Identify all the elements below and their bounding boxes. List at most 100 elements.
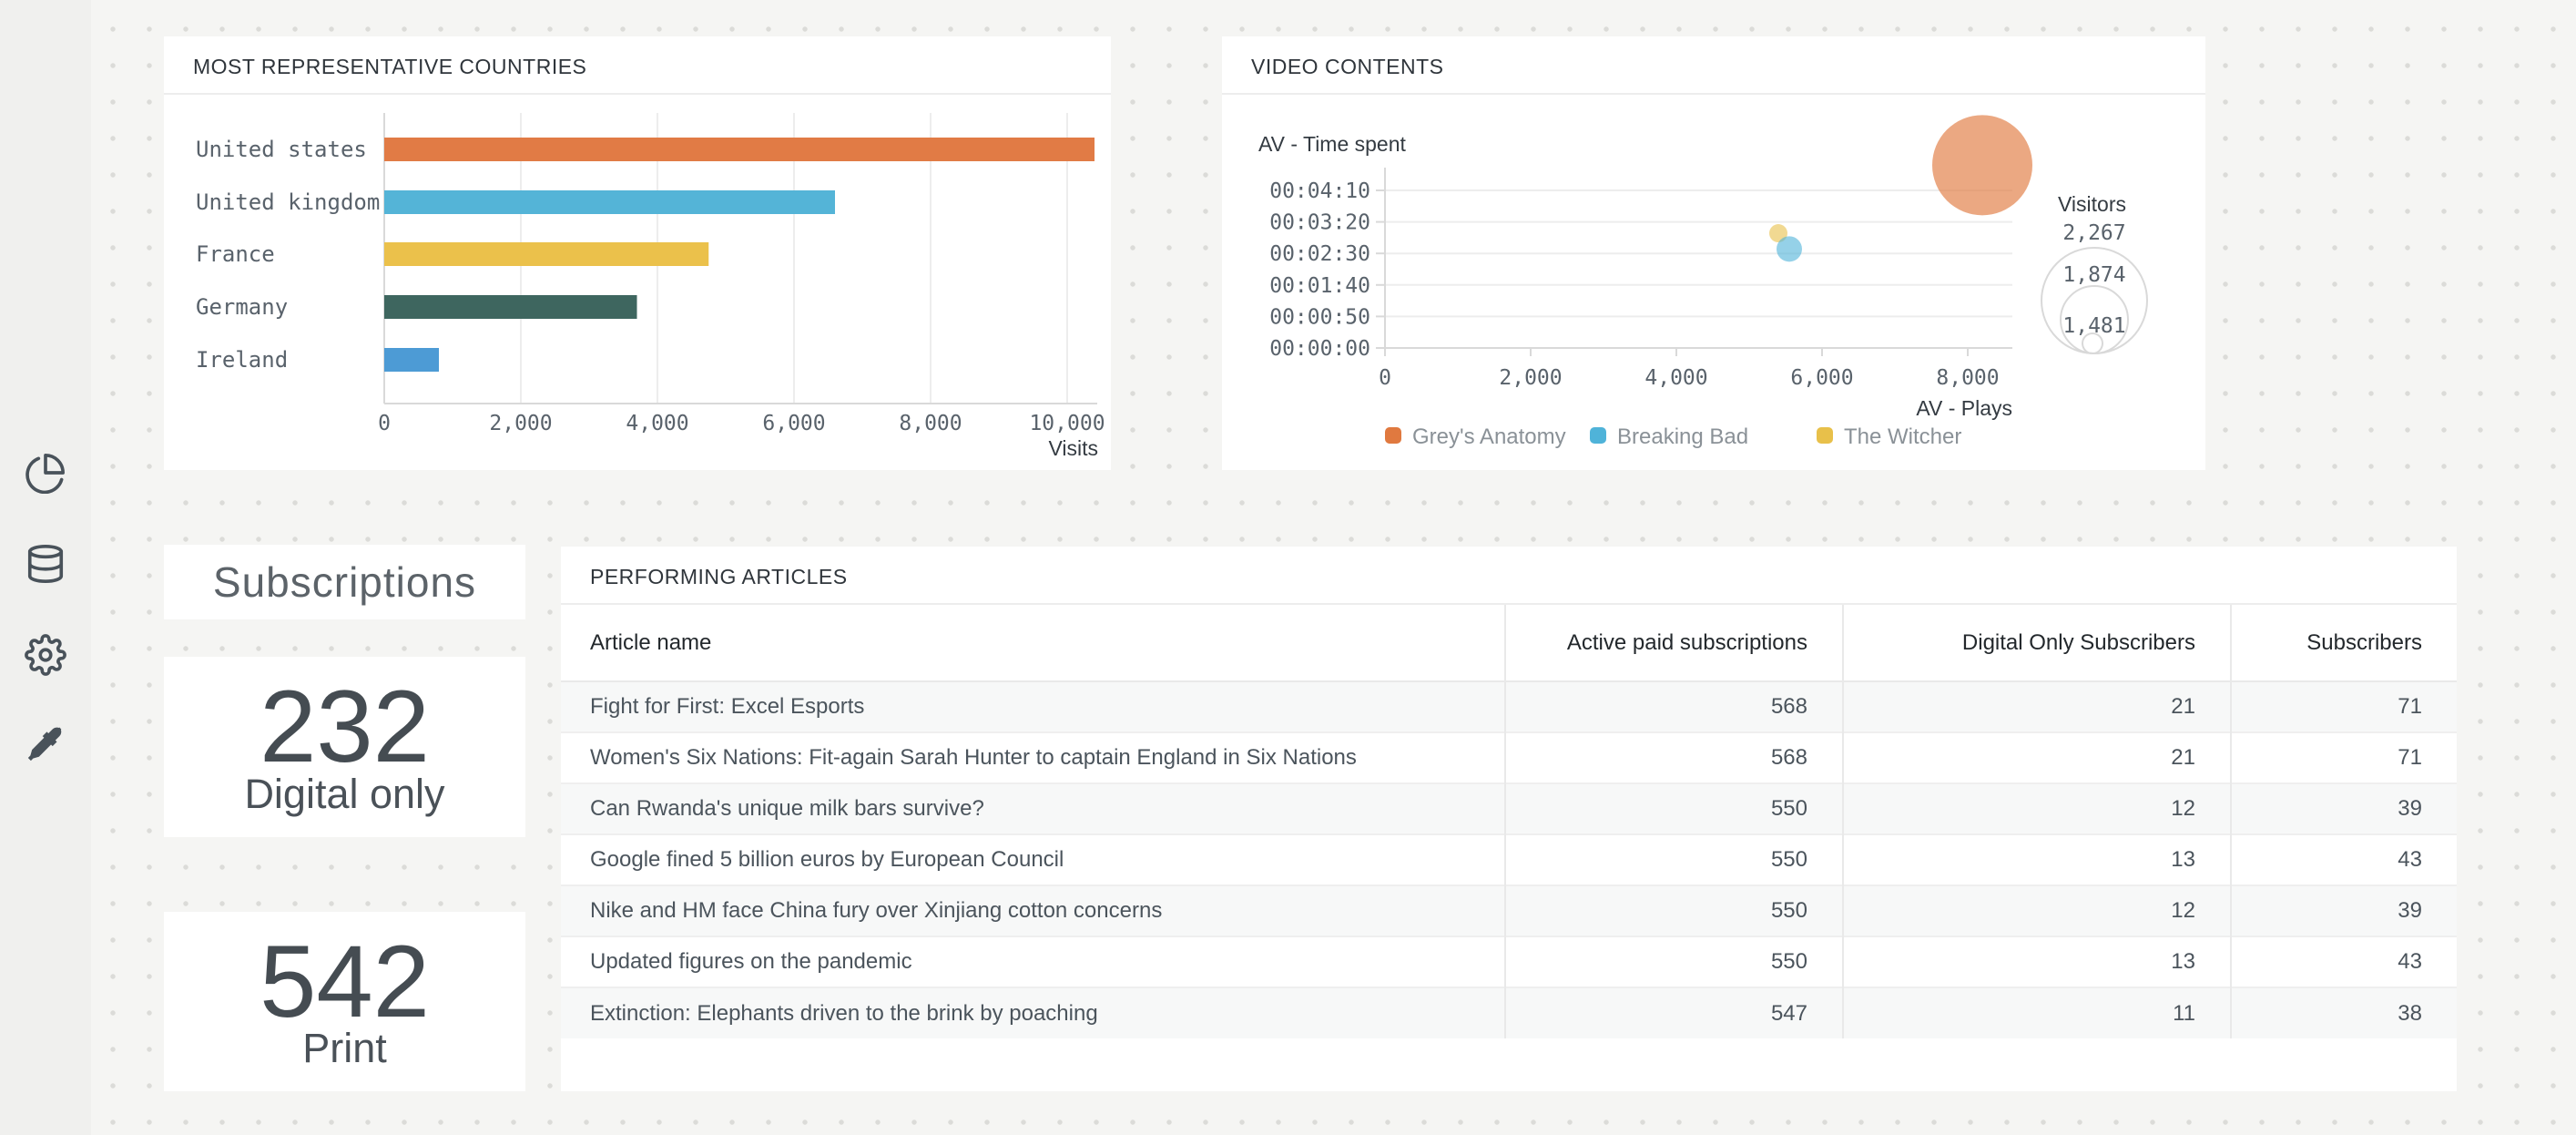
gear-icon	[25, 634, 66, 680]
cell-subscribers: 43	[2231, 834, 2457, 885]
x-tick-label: 2,000	[1499, 366, 1562, 390]
print-card: 542 Print	[164, 912, 525, 1091]
y-tick-label: 00:00:00	[1269, 337, 1370, 361]
column-header-active-paid-subscriptions[interactable]: Active paid subscriptions	[1505, 605, 1843, 681]
articles-table-header: Article nameActive paid subscriptionsDig…	[561, 605, 2457, 681]
cell-digital_only: 21	[1843, 732, 2231, 783]
subscriptions-title: Subscriptions	[213, 557, 476, 607]
bar-category-label: United states	[196, 137, 367, 162]
print-label: Print	[302, 1027, 387, 1069]
cell-article: Nike and HM face China fury over Xinjian…	[561, 885, 1505, 936]
cell-active_paid: 550	[1505, 834, 1843, 885]
table-row[interactable]: Can Rwanda's unique milk bars survive?55…	[561, 783, 2457, 834]
bar-france[interactable]	[384, 242, 708, 266]
cell-digital_only: 11	[1843, 987, 2231, 1038]
legend-text: Breaking Bad	[1617, 424, 1748, 449]
table-row[interactable]: Extinction: Elephants driven to the brin…	[561, 987, 2457, 1038]
dashboard-page: { "sidebar": { "items": [ { "icon": "pie…	[0, 0, 2576, 1135]
video-card-title: VIDEO CONTENTS	[1222, 36, 2205, 95]
table-row[interactable]: Updated figures on the pandemic5501343	[561, 936, 2457, 987]
cell-article: Women's Six Nations: Fit-again Sarah Hun…	[561, 732, 1505, 783]
bar-united-kingdom[interactable]	[384, 190, 835, 214]
cell-digital_only: 13	[1843, 834, 2231, 885]
cell-digital_only: 13	[1843, 936, 2231, 987]
sidebar-item-theme-picker[interactable]	[24, 725, 67, 769]
articles-table: Article nameActive paid subscriptionsDig…	[561, 605, 2457, 1038]
cell-article: Extinction: Elephants driven to the brin…	[561, 987, 1505, 1038]
digital-only-label: Digital only	[244, 772, 444, 815]
video-chart-svg: AV - Time spent00:00:0000:00:5000:01:400…	[1222, 95, 2205, 470]
size-legend-value: 1,874	[2062, 263, 2125, 287]
bar-category-label: Germany	[196, 294, 288, 320]
size-legend-title: Visitors	[2058, 192, 2126, 216]
x-tick-label: 4,000	[1644, 366, 1707, 390]
column-header-subscribers[interactable]: Subscribers	[2231, 605, 2457, 681]
subscriptions-card: Subscriptions	[164, 545, 525, 619]
x-tick-label: 4,000	[626, 412, 688, 435]
x-tick-label: 8,000	[899, 412, 962, 435]
countries-card-title: MOST REPRESENTATIVE COUNTRIES	[164, 36, 1111, 95]
cell-subscribers: 39	[2231, 885, 2457, 936]
bar-united-states[interactable]	[384, 138, 1095, 161]
sidebar-item-charts[interactable]	[24, 453, 67, 496]
y-tick-label: 00:01:40	[1269, 274, 1370, 298]
digital-only-card: 232 Digital only	[164, 657, 525, 837]
cell-active_paid: 550	[1505, 936, 1843, 987]
cell-digital_only: 12	[1843, 783, 2231, 834]
bar-category-label: United kingdom	[196, 189, 380, 215]
sidebar-item-data[interactable]	[24, 544, 67, 588]
pie-chart-icon	[25, 452, 66, 498]
cell-subscribers: 43	[2231, 936, 2457, 987]
size-legend-value: 1,481	[2062, 314, 2125, 338]
table-row[interactable]: Nike and HM face China fury over Xinjian…	[561, 885, 2457, 936]
legend-item-the-witcher[interactable]: The Witcher	[1817, 424, 1961, 449]
x-tick-label: 6,000	[1790, 366, 1853, 390]
column-header-digital-only-subscribers[interactable]: Digital Only Subscribers	[1843, 605, 2231, 681]
y-tick-label: 00:02:30	[1269, 242, 1370, 266]
y-tick-label: 00:03:20	[1269, 211, 1370, 235]
legend-text: The Witcher	[1844, 424, 1961, 449]
table-row[interactable]: Fight for First: Excel Esports5682171	[561, 681, 2457, 732]
x-axis-title: AV - Plays	[1916, 396, 2012, 420]
cell-article: Updated figures on the pandemic	[561, 936, 1505, 987]
cell-active_paid: 550	[1505, 783, 1843, 834]
legend-swatch	[1817, 427, 1833, 444]
eyedropper-icon	[25, 724, 66, 771]
x-tick-label: 0	[378, 412, 391, 435]
x-axis-title: Visits	[1048, 436, 1098, 460]
digital-only-value: 232	[260, 679, 430, 775]
legend-item-grey-s-anatomy[interactable]: Grey's Anatomy	[1385, 424, 1566, 449]
cell-subscribers: 71	[2231, 681, 2457, 732]
table-row[interactable]: Women's Six Nations: Fit-again Sarah Hun…	[561, 732, 2457, 783]
x-tick-label: 6,000	[762, 412, 825, 435]
legend-swatch	[1385, 427, 1401, 444]
cell-active_paid: 550	[1505, 885, 1843, 936]
video-bubble-chart: AV - Time spent00:00:0000:00:5000:01:400…	[1222, 95, 2205, 470]
bar-category-label: Ireland	[196, 347, 288, 373]
column-header-article-name[interactable]: Article name	[561, 605, 1505, 681]
size-legend-value: 2,267	[2062, 221, 2125, 245]
bar-ireland[interactable]	[384, 348, 439, 372]
y-tick-label: 00:04:10	[1269, 179, 1370, 203]
cell-active_paid: 568	[1505, 732, 1843, 783]
y-axis-title: AV - Time spent	[1258, 132, 1407, 156]
bubble-breaking-bad[interactable]	[1777, 236, 1802, 261]
cell-article: Can Rwanda's unique milk bars survive?	[561, 783, 1505, 834]
x-tick-label: 2,000	[489, 412, 552, 435]
cell-digital_only: 21	[1843, 681, 2231, 732]
x-tick-label: 10,000	[1029, 412, 1105, 435]
sidebar	[0, 0, 91, 1135]
sidebar-item-settings[interactable]	[24, 635, 67, 679]
bar-germany[interactable]	[384, 295, 637, 319]
cell-subscribers: 39	[2231, 783, 2457, 834]
countries-chart-svg: 0 2,000 4,000 6,000 8,000 10,000 United states…	[164, 95, 1111, 470]
legend-swatch	[1590, 427, 1606, 444]
cell-subscribers: 38	[2231, 987, 2457, 1038]
x-tick-label: 0	[1379, 366, 1391, 390]
articles-card-title: PERFORMING ARTICLES	[561, 547, 2457, 605]
table-row[interactable]: Google fined 5 billion euros by European…	[561, 834, 2457, 885]
database-icon	[25, 543, 66, 589]
bubble-grey-s-anatomy[interactable]	[1932, 115, 2032, 215]
articles-card: PERFORMING ARTICLES Article nameActive p…	[561, 547, 2457, 1091]
legend-item-breaking-bad[interactable]: Breaking Bad	[1590, 424, 1748, 449]
